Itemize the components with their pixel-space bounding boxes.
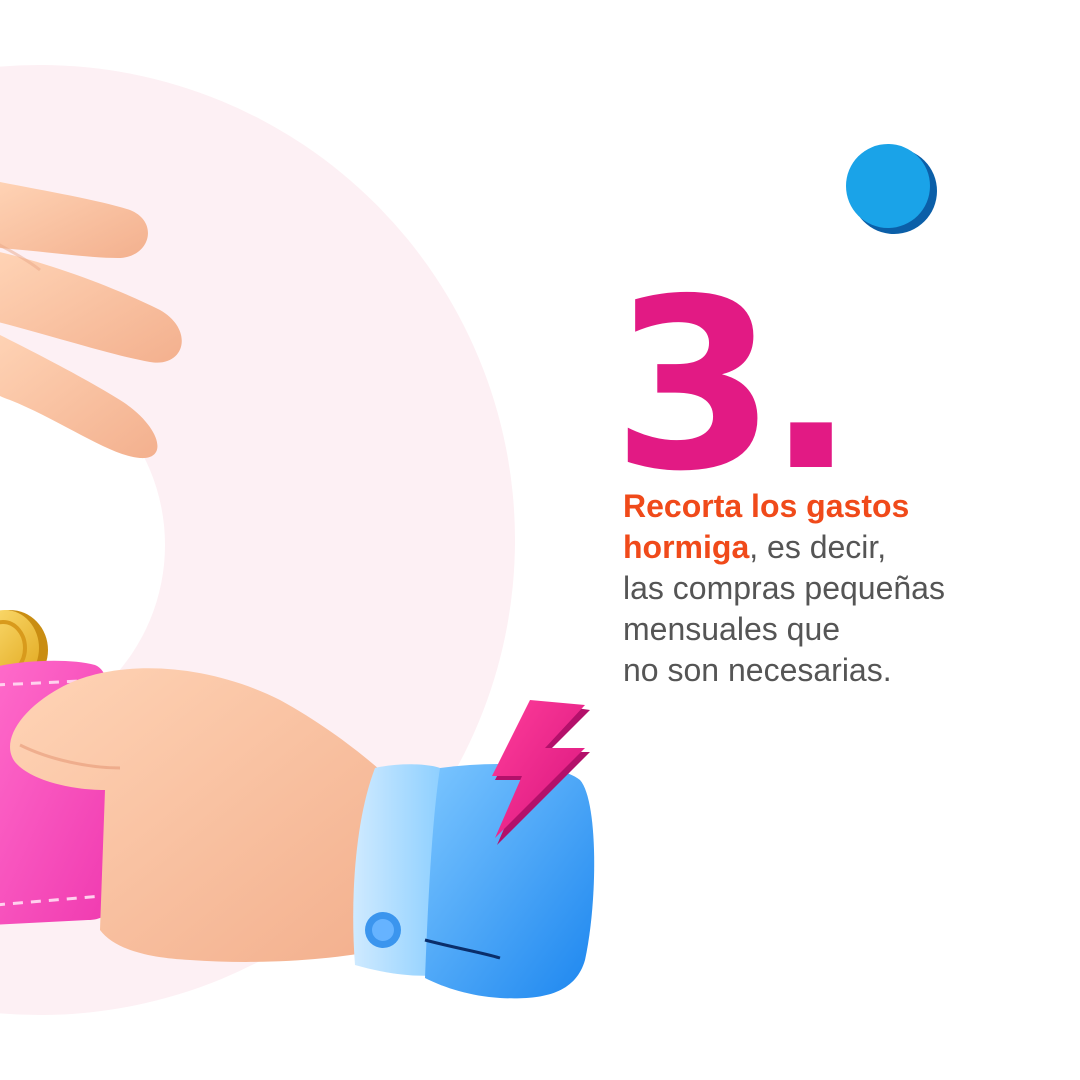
tip-line-5: no son necesarias. [623,652,892,688]
slide-canvas: 3. Recorta los gastos hormiga, es decir,… [0,0,1080,1080]
step-number: 3. [612,248,856,523]
tip-line-2: hormiga, es decir, [623,527,1063,568]
blue-dot-icon [846,144,937,234]
tip-highlight-line-1: Recorta los gastos [623,488,910,524]
tip-text: Recorta los gastos hormiga, es decir, la… [623,486,1063,691]
tip-line-2-rest: , es decir, [749,529,887,565]
tip-highlight-word: hormiga [623,529,750,565]
tip-line-3: las compras pequeñas [623,570,945,606]
sleeve-cuff [353,764,595,999]
tip-line-4: mensuales que [623,611,841,647]
